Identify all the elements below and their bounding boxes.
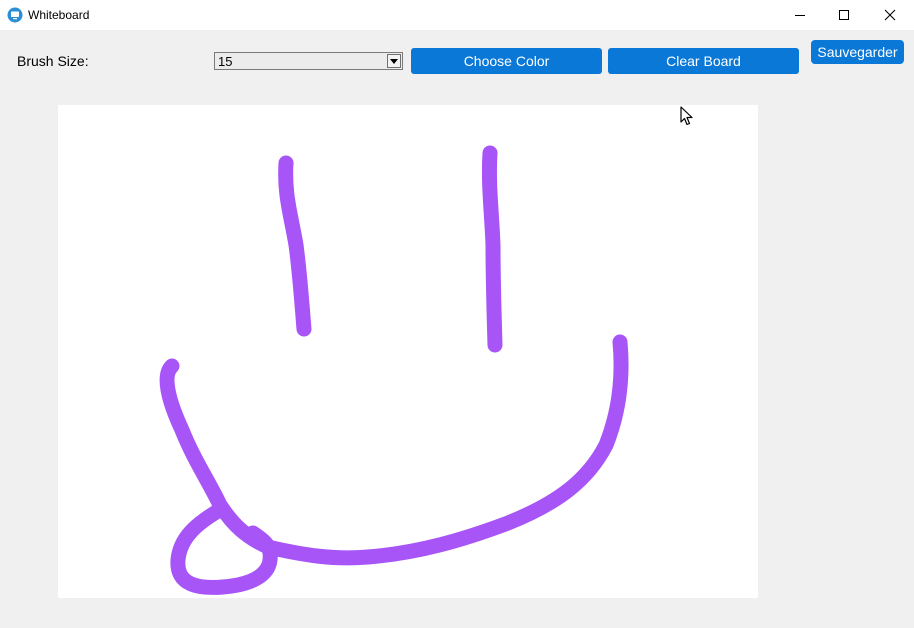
brush-size-value: 15: [218, 54, 233, 69]
close-icon: [884, 9, 896, 21]
brush-size-label: Brush Size:: [17, 53, 89, 69]
left-eye-stroke: [278, 155, 312, 337]
brush-size-select[interactable]: 15: [214, 52, 403, 70]
app-icon: [7, 7, 23, 23]
clear-board-button[interactable]: Clear Board: [608, 48, 799, 74]
maximize-button[interactable]: [821, 0, 867, 30]
minimize-icon: [795, 15, 805, 16]
close-button[interactable]: [867, 0, 913, 30]
maximize-icon: [839, 10, 849, 20]
app-window: Whiteboard Brush Size: 15 Choose Color C…: [0, 0, 914, 628]
title-bar[interactable]: Whiteboard: [0, 0, 914, 30]
smile-stroke: [159, 334, 629, 566]
save-button[interactable]: Sauvegarder: [811, 40, 904, 64]
dropdown-button[interactable]: [387, 54, 401, 68]
choose-color-button[interactable]: Choose Color: [411, 48, 602, 74]
chevron-down-icon: [390, 58, 398, 64]
drawing-layer: [159, 145, 629, 595]
right-eye-stroke: [481, 145, 503, 353]
mouse-cursor-icon: [680, 106, 693, 126]
minimize-button[interactable]: [777, 0, 823, 30]
window-title: Whiteboard: [28, 8, 90, 22]
drawing-canvas[interactable]: [58, 105, 758, 598]
